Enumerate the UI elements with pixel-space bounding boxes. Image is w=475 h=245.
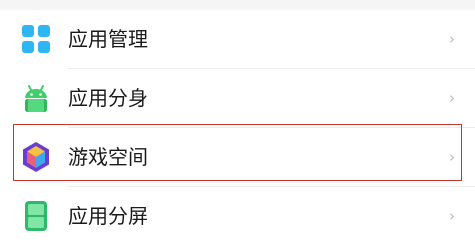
app-manage-grid-icon xyxy=(20,23,52,55)
list-item-label: 游戏空间 xyxy=(68,145,148,169)
settings-screen: 应用管理 › 应用分身 › 游戏空间 › 应用分屏 › xyxy=(0,0,475,245)
android-clone-icon xyxy=(20,82,52,114)
split-screen-phone-icon xyxy=(20,200,52,232)
list-item-app-management[interactable]: 应用管理 › xyxy=(0,10,475,69)
list-item-split-screen[interactable]: 应用分屏 › xyxy=(0,187,475,245)
settings-list: 应用管理 › 应用分身 › 游戏空间 › 应用分屏 › xyxy=(0,10,475,245)
list-item-label: 应用分屏 xyxy=(68,204,148,228)
chevron-right-icon: › xyxy=(449,30,455,48)
chevron-right-icon: › xyxy=(449,148,455,166)
list-item-label: 应用管理 xyxy=(68,27,148,51)
list-item-app-clone[interactable]: 应用分身 › xyxy=(0,69,475,128)
chevron-right-icon: › xyxy=(449,207,455,225)
list-item-game-space[interactable]: 游戏空间 › xyxy=(0,128,475,187)
chevron-right-icon: › xyxy=(449,89,455,107)
game-space-cube-icon xyxy=(20,141,52,173)
list-item-label: 应用分身 xyxy=(68,86,148,110)
